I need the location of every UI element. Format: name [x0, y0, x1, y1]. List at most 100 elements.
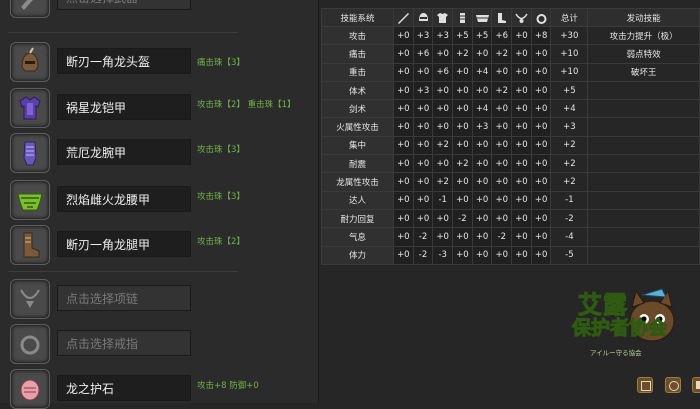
helm-skills: 痛击珠【3】	[197, 58, 245, 68]
ring-icon	[530, 8, 552, 27]
skill-name: 耐震	[321, 154, 394, 174]
skill-point-cell: +0	[432, 208, 454, 229]
refresh-button[interactable]	[665, 377, 681, 393]
table-row: 耐震 +0 +0 +0 +2 +0 +0 +0 +0 +2	[321, 154, 700, 174]
skill-point-cell: +0	[452, 245, 473, 265]
skill-name: 达人	[321, 190, 394, 210]
necklace-name[interactable]: 点击选择项链	[57, 285, 191, 311]
chest-skills: 攻击珠【2】 重击珠【1】	[197, 100, 296, 110]
waist-name[interactable]: 烈焰雌火龙腰甲	[57, 186, 191, 212]
table-row: 攻击 +0 +3 +3 +5 +5 +6 +0 +8 +30 攻击力提升（极）	[321, 25, 700, 46]
skill-name: 体力	[321, 245, 394, 265]
skill-point-cell: +3	[471, 117, 493, 137]
skill-point-cell: +0	[452, 62, 473, 82]
skill-point-cell: +0	[491, 62, 513, 82]
skill-point-cell: +0	[392, 44, 414, 64]
necklace-icon	[10, 279, 50, 319]
skill-total: +2	[550, 154, 589, 174]
skill-point-cell: +6	[412, 44, 434, 64]
legs-skills: 攻击珠【2】	[197, 237, 245, 247]
skill-total: -1	[550, 190, 589, 210]
activated-column-header: 发动技能	[587, 8, 700, 27]
table-row: 龙属性攻击 +0 +0 +2 +0 +0 +0 +0 +0 +2	[321, 172, 700, 192]
weapon-icon	[10, 0, 50, 18]
skill-point-cell: +0	[452, 99, 473, 119]
skill-point-cell: +0	[511, 62, 532, 82]
skill-point-cell: +0	[432, 44, 454, 64]
skill-point-cell: +0	[412, 135, 434, 156]
ring-name[interactable]: 点击选择戒指	[57, 330, 191, 356]
activated-skill	[587, 117, 700, 137]
chest-name[interactable]: 祸星龙铠甲	[57, 94, 191, 120]
skill-point-cell: +0	[392, 245, 414, 265]
skill-point-cell: +0	[412, 117, 434, 137]
skill-point-cell: +2	[491, 44, 513, 64]
activated-skill	[587, 245, 700, 265]
skill-point-cell: +3	[432, 25, 454, 46]
skill-point-cell: +0	[511, 172, 532, 192]
skill-name: 攻击	[321, 25, 394, 46]
skill-point-cell: +0	[392, 190, 414, 210]
skill-point-cell: +0	[530, 62, 552, 82]
skill-point-cell: +0	[471, 135, 493, 156]
skill-point-cell: +3	[412, 25, 434, 46]
skill-point-cell: +0	[392, 172, 414, 192]
skill-point-cell: +0	[511, 154, 532, 174]
logo-line-2: 保护者协会	[571, 317, 668, 340]
activated-skill: 破坏王	[587, 62, 700, 82]
skill-point-cell: +0	[392, 135, 414, 156]
share-button[interactable]	[692, 377, 700, 393]
helm-name[interactable]: 断刃一角龙头盔	[57, 48, 191, 74]
gauntlet-icon	[452, 8, 473, 27]
weapon-name[interactable]: 点击选择武器	[57, 0, 191, 10]
skill-point-cell: +0	[412, 99, 434, 119]
activated-skill	[587, 154, 700, 174]
skill-point-cell: +2	[452, 154, 473, 174]
table-row: 体术 +0 +3 +0 +0 +0 +2 +0 +0 +5	[321, 80, 700, 101]
helm-icon	[412, 8, 434, 27]
waist-skills: 攻击珠【3】	[197, 192, 245, 202]
ring-icon	[10, 324, 50, 364]
skill-total: +10	[550, 62, 589, 82]
skill-point-cell: +0	[511, 99, 532, 119]
save-button[interactable]	[637, 377, 653, 393]
legs-name[interactable]: 断刃一角龙腿甲	[57, 231, 191, 257]
necklace-icon	[511, 8, 532, 27]
skill-point-cell: +5	[452, 25, 473, 46]
skill-point-cell: +0	[471, 172, 493, 192]
skill-total: +30	[550, 25, 589, 46]
skill-point-cell: +0	[412, 62, 434, 82]
table-row: 重击 +0 +0 +6 +0 +4 +0 +0 +0 +10 破坏王	[321, 62, 700, 82]
helm-icon	[10, 42, 50, 82]
skill-point-cell: +2	[432, 135, 454, 156]
skill-point-cell: +0	[511, 135, 532, 156]
table-row: 痛击 +0 +6 +0 +2 +0 +2 +0 +0 +10 弱点特效	[321, 44, 700, 64]
skill-point-cell: +3	[412, 80, 434, 101]
activated-skill	[587, 80, 700, 101]
skill-point-cell: +8	[530, 25, 552, 46]
talisman-name[interactable]: 龙之护石	[57, 375, 191, 401]
skill-point-cell: +0	[530, 117, 552, 137]
skill-point-cell: +0	[452, 135, 473, 156]
skill-point-cell: +0	[432, 99, 454, 119]
skill-point-cell: +4	[471, 99, 493, 119]
skill-name: 重击	[321, 62, 394, 82]
arms-name[interactable]: 荒厄龙腕甲	[57, 139, 191, 165]
skill-point-cell: +0	[530, 172, 552, 192]
skill-total: +2	[550, 172, 589, 192]
skill-point-cell: +0	[471, 208, 493, 229]
skill-point-cell: +0	[412, 154, 434, 174]
skill-point-cell: +0	[511, 44, 532, 64]
skill-point-cell: +0	[471, 190, 493, 210]
skill-point-cell: +0	[412, 208, 434, 229]
skill-point-cell: -2	[452, 208, 473, 229]
skill-point-cell: +0	[491, 99, 513, 119]
skill-point-cell: +0	[471, 154, 493, 174]
divider	[8, 32, 238, 33]
activated-skill: 攻击力提升（极）	[587, 25, 700, 46]
logo: 艾露 保护者协会 アイルー守る協会	[560, 283, 695, 373]
chest-icon	[432, 8, 454, 27]
skill-total: +3	[550, 117, 589, 137]
arms-skills: 攻击珠【3】	[197, 145, 245, 155]
skill-point-cell: +4	[471, 62, 493, 82]
